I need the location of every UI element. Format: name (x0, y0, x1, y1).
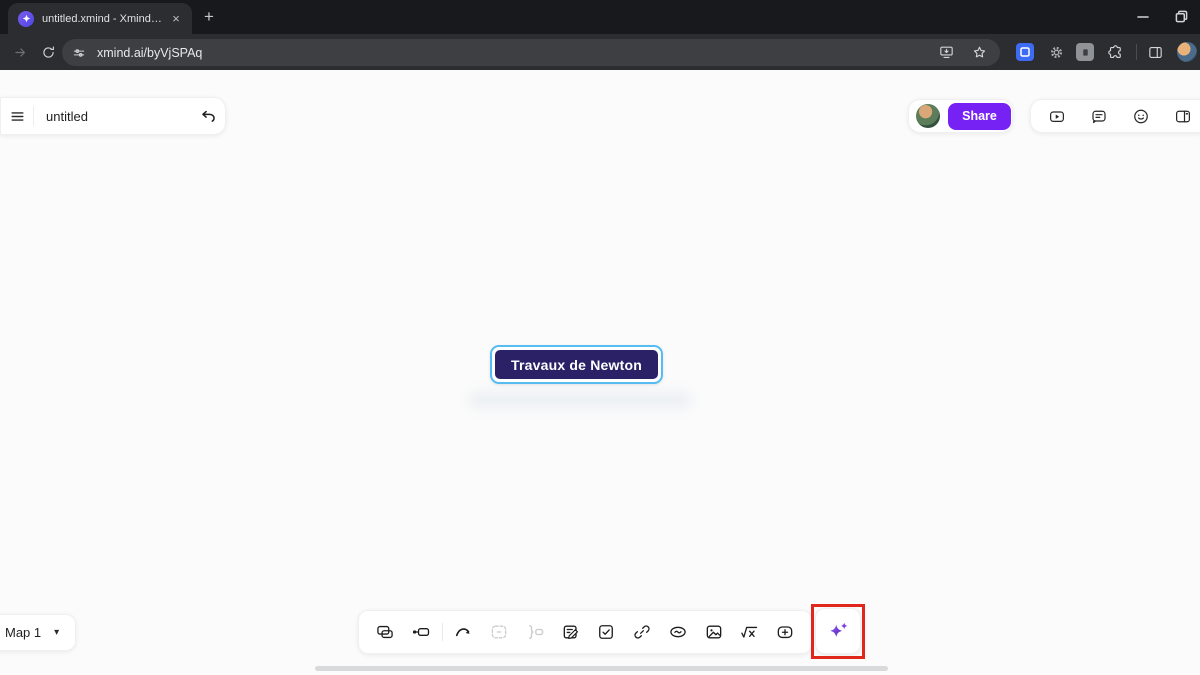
chevron-down-icon[interactable]: ▾ (54, 627, 59, 638)
xmind-favicon-icon (18, 11, 34, 27)
extension-generic-icon[interactable] (1076, 43, 1094, 61)
tab-title: untitled.xmind - Xmind AI (42, 13, 162, 25)
equation-button[interactable] (732, 610, 768, 654)
note-button[interactable] (553, 610, 589, 654)
sheet-switcher[interactable]: Map 1 ▾ (0, 614, 76, 651)
share-button[interactable]: Share (948, 103, 1011, 130)
minimize-button[interactable] (1130, 0, 1156, 33)
toolbar-divider (1136, 44, 1137, 60)
image-button[interactable] (696, 610, 732, 654)
xmind-canvas[interactable]: untitled Share Travaux de Newton Map 1 ▾ (0, 70, 1200, 675)
new-tab-button[interactable]: + (199, 7, 219, 27)
hyperlink-button[interactable] (624, 610, 660, 654)
forward-icon (8, 40, 32, 64)
browser-tab-strip: untitled.xmind - Xmind AI × + (0, 0, 1200, 34)
browser-tab[interactable]: untitled.xmind - Xmind AI × (8, 3, 192, 34)
boundary-button (481, 610, 517, 654)
insert-more-button[interactable] (767, 610, 803, 654)
add-subtopic-button[interactable] (403, 610, 439, 654)
browser-profile-avatar[interactable] (1177, 42, 1197, 62)
ai-sparkle-icon (826, 619, 851, 644)
extensions-puzzle-icon[interactable] (1106, 43, 1124, 61)
url-text[interactable]: xmind.ai/byVjSPAq (97, 46, 938, 60)
toolbar-group-divider (442, 623, 443, 641)
topic-selection-ring[interactable]: Travaux de Newton (490, 345, 663, 384)
summary-button (517, 610, 553, 654)
header-divider (33, 106, 34, 126)
share-group: Share (908, 99, 1013, 133)
ghost-artifact (468, 392, 692, 408)
format-panel-icon[interactable] (1174, 106, 1192, 127)
settings-gear-icon[interactable] (1047, 43, 1065, 61)
site-settings-icon[interactable] (71, 45, 87, 61)
undo-button[interactable] (191, 97, 225, 135)
document-title[interactable]: untitled (46, 109, 191, 124)
ai-assistant-button[interactable] (815, 608, 861, 654)
xmind-extension-icon[interactable] (1016, 43, 1034, 61)
reload-icon[interactable] (36, 40, 60, 64)
menu-hamburger-icon[interactable] (1, 97, 33, 135)
address-bar[interactable]: xmind.ai/byVjSPAq (62, 39, 1000, 66)
user-avatar[interactable] (916, 104, 940, 128)
insert-toolbar (358, 610, 812, 654)
sticker-button[interactable] (660, 610, 696, 654)
side-panel-icon[interactable] (1146, 43, 1164, 61)
header-tools (1030, 99, 1200, 133)
video-tutorial-icon[interactable] (1048, 106, 1066, 127)
relationship-button[interactable] (446, 610, 482, 654)
document-header: untitled (0, 97, 226, 135)
close-tab-icon[interactable]: × (168, 11, 184, 27)
smiley-reaction-icon[interactable] (1132, 106, 1150, 127)
sheet-name: Map 1 (5, 625, 41, 640)
bookmark-star-icon[interactable] (971, 44, 988, 61)
central-topic[interactable]: Travaux de Newton (495, 350, 658, 379)
comment-icon[interactable] (1090, 106, 1108, 127)
task-button[interactable] (589, 610, 625, 654)
horizontal-scrollbar[interactable] (315, 666, 888, 671)
add-topic-button[interactable] (367, 610, 403, 654)
restore-button[interactable] (1168, 0, 1194, 33)
install-app-icon[interactable] (938, 44, 955, 61)
